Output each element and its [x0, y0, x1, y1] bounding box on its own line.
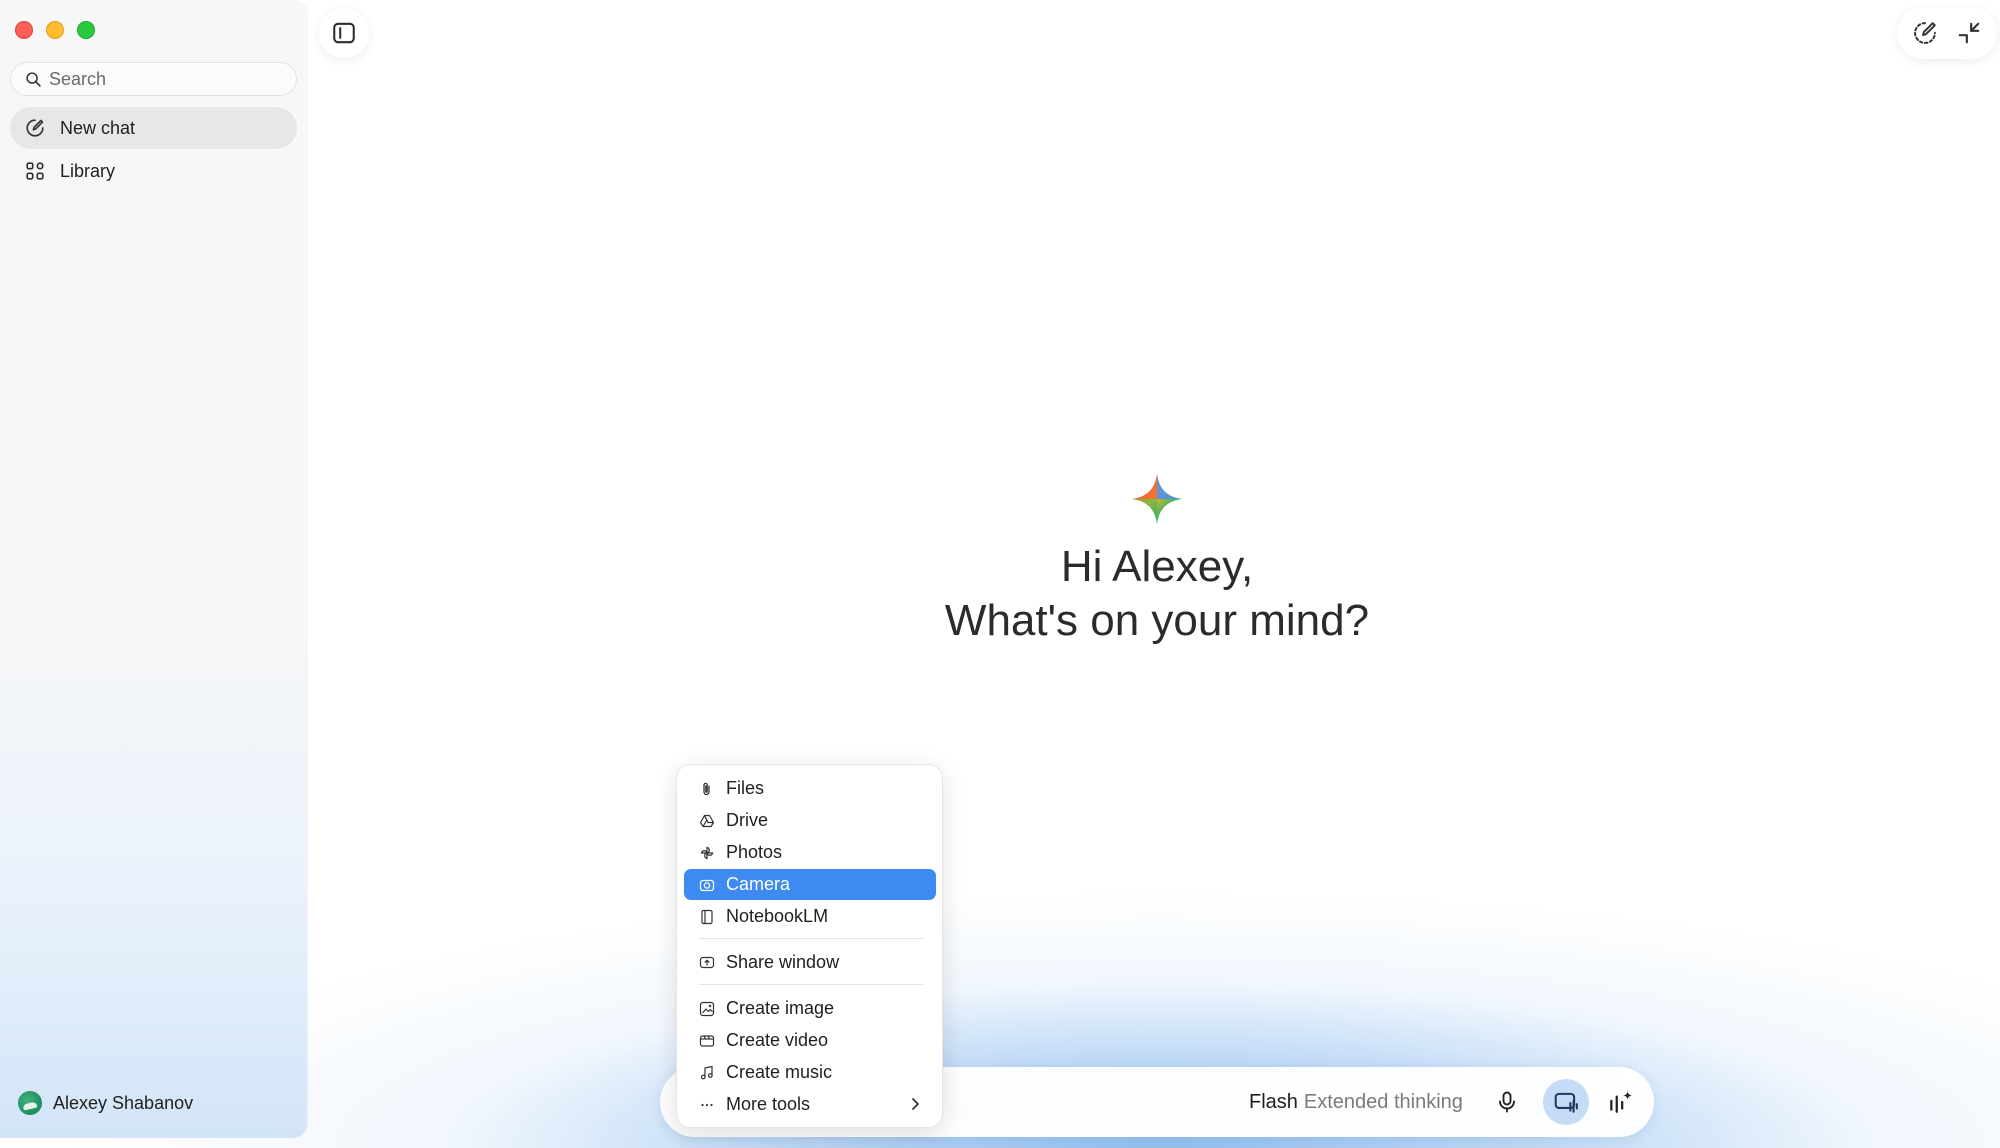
menu-item-label: Camera [726, 874, 791, 894]
menu-item-camera[interactable]: Camera [684, 869, 936, 900]
music-icon [700, 1065, 713, 1079]
avatar [18, 1091, 42, 1115]
notebook-icon [701, 909, 713, 924]
image-icon [699, 1001, 715, 1016]
sidebar-toggle-icon [333, 22, 355, 44]
grid-icon [26, 162, 44, 180]
tools-menu: Files Drive Photos Camera NotebookLM Sha… [676, 764, 943, 1128]
photos-icon [700, 846, 714, 859]
user-profile[interactable]: Alexey Shabanov [18, 1091, 193, 1115]
sidebar-item-library[interactable]: Library [10, 150, 297, 192]
edit-icon [26, 119, 44, 137]
minimize-window-button[interactable] [46, 21, 64, 39]
menu-item-label: NotebookLM [726, 906, 829, 926]
user-name: Alexey Shabanov [53, 1092, 194, 1113]
sidebar-item-new-chat[interactable]: New chat [10, 107, 297, 149]
menu-item-label: Share window [726, 952, 840, 972]
live-button[interactable] [1597, 1079, 1643, 1125]
camera-icon [699, 879, 715, 891]
toggle-sidebar-button[interactable] [319, 8, 369, 58]
menu-item-drive[interactable]: Drive [684, 805, 936, 836]
menu-item-share-window[interactable]: Share window [684, 947, 936, 978]
temporary-chat-button[interactable] [1905, 13, 1945, 53]
menu-item-more-tools[interactable]: More tools [684, 1089, 936, 1120]
gemini-spark-icon [1132, 474, 1182, 524]
menu-item-photos[interactable]: Photos [684, 837, 936, 868]
share-screen-button[interactable] [1543, 1079, 1589, 1125]
app-window: New chat Library Alexey Shabanov [0, 0, 2000, 1148]
live-waveform-icon [1610, 1091, 1632, 1113]
dashed-edit-icon [1914, 22, 1936, 44]
menu-item-notebooklm[interactable]: NotebookLM [684, 901, 936, 932]
microphone-button[interactable] [1484, 1079, 1530, 1125]
top-right-actions [1897, 7, 1997, 59]
menu-item-label: Create music [726, 1062, 833, 1082]
menu-item-create-music[interactable]: Create music [684, 1057, 936, 1088]
menu-item-label: More tools [726, 1094, 811, 1114]
sidebar-item-label: Library [60, 160, 116, 181]
screen-share-icon [1554, 1092, 1578, 1113]
model-selector[interactable]: Flash Extended thinking [1249, 1091, 1463, 1114]
menu-item-label: Photos [726, 842, 783, 862]
minimize-view-button[interactable] [1949, 13, 1989, 53]
model-name: Flash [1249, 1091, 1298, 1113]
menu-item-create-image[interactable]: Create image [684, 993, 936, 1024]
more-icon [701, 1103, 713, 1106]
microphone-icon [1499, 1091, 1515, 1113]
collapse-icon [1958, 22, 1980, 44]
menu-item-label: Create image [726, 998, 835, 1018]
greeting: Hi Alexey, What's on your mind? [757, 540, 1557, 648]
paperclip-icon [703, 782, 710, 795]
greeting-line-1: Hi Alexey, [1060, 542, 1254, 591]
search-box[interactable] [10, 62, 297, 96]
share-window-icon [699, 956, 715, 968]
video-icon [699, 1034, 715, 1047]
drive-icon [699, 814, 715, 827]
menu-item-files[interactable]: Files [684, 773, 936, 804]
search-input[interactable] [49, 68, 289, 90]
close-window-button[interactable] [15, 21, 33, 39]
search-icon [26, 71, 41, 87]
menu-item-label: Files [726, 778, 765, 798]
menu-item-label: Drive [726, 810, 769, 830]
chevron-right-icon [912, 1098, 919, 1110]
menu-divider [699, 938, 923, 939]
menu-item-create-video[interactable]: Create video [684, 1025, 936, 1056]
maximize-window-button[interactable] [77, 21, 95, 39]
sidebar-item-label: New chat [60, 117, 136, 138]
menu-item-label: Create video [726, 1030, 829, 1050]
model-mode: Extended thinking [1303, 1091, 1463, 1113]
sidebar: New chat Library Alexey Shabanov [0, 0, 307, 1138]
menu-divider [699, 984, 923, 985]
window-controls [15, 21, 95, 39]
greeting-line-2: What's on your mind? [944, 596, 1370, 645]
